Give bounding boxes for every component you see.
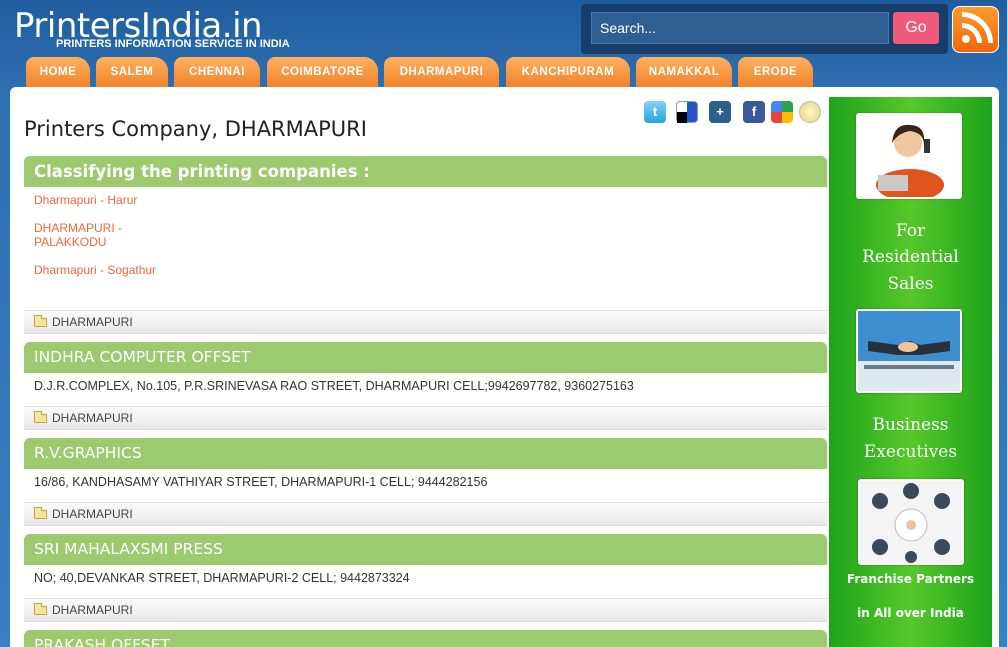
google-bookmark-icon[interactable] [771,101,793,123]
franchise-line2: in All over India [857,606,964,620]
folder-icon [34,411,47,423]
company-address: 16/86, KANDHASAMY VATHIYAR STREET, DHARM… [34,475,488,489]
page-title: Printers Company, DHARMAPURI [24,117,367,141]
site-tagline: PRINTERS INFORMATION SERVICE IN INDIA [56,38,290,50]
classify-heading: Classifying the printing companies : [24,156,827,187]
nav-tab-dharmapuri[interactable]: DHARMAPURI [384,57,499,87]
company-category-bar[interactable]: DHARMAPURI [24,406,827,430]
category-link-harur[interactable]: Dharmapuri - Harur [34,193,137,207]
company-address: D.J.R.COMPLEX, No.105, P.R.SRINEVASA RAO… [34,379,634,393]
company-category-label: DHARMAPURI [52,507,133,521]
folder-icon [34,507,47,519]
rss-icon[interactable] [952,6,999,53]
franchise-line1: Franchise Partners [846,572,975,586]
company-name[interactable]: PRAKASH OFFSET [24,630,827,647]
category-footer[interactable]: DHARMAPURI [24,310,827,334]
nav-tab-salem[interactable]: SALEM [96,57,168,87]
nav-tab-namakkal[interactable]: NAMAKKAL [636,57,732,87]
company-name[interactable]: INDHRA COMPUTER OFFSET [24,342,827,373]
nav-tab-erode[interactable]: ERODE [738,57,813,87]
business-line1: Business [872,415,949,435]
franchise-partners-image[interactable] [858,479,964,565]
nav-tab-coimbatore[interactable]: COIMBATORE [267,57,378,87]
digg-share-icon[interactable]: + [709,101,731,123]
business-line2: Executives [863,442,958,462]
search-input[interactable] [591,12,889,44]
residential-line1: For [895,221,926,241]
search-box: Go [581,4,948,54]
nav-tab-chennai[interactable]: CHENNAI [174,57,260,87]
company-category-bar[interactable]: DHARMAPURI [24,598,827,622]
residential-line2: Residential [862,247,959,267]
residential-line3: Sales [887,274,934,294]
company-address: NO; 40,DEVANKAR STREET, DHARMAPURI-2 CEL… [34,571,410,585]
facebook-share-icon[interactable]: f [743,101,765,123]
company-category-label: DHARMAPURI [52,603,133,617]
stumbleupon-share-icon[interactable] [799,101,821,123]
nav-tab-home[interactable]: HOME [26,57,90,87]
nav-tab-kanchipuram[interactable]: KANCHIPURAM [506,57,630,87]
category-footer-label: DHARMAPURI [52,315,133,329]
company-category-bar[interactable]: DHARMAPURI [24,502,827,526]
company-category-label: DHARMAPURI [52,411,133,425]
residential-sales-image[interactable] [856,113,962,201]
go-button[interactable]: Go [893,12,939,44]
promo-sidebar: For Residential Sales Business Executive… [829,97,992,647]
twitter-share-icon[interactable]: t [644,101,666,123]
category-link-palakkodu[interactable]: DHARMAPURI - PALAKKODU [34,221,144,249]
category-link-sogathur[interactable]: Dharmapuri - Sogathur [34,263,156,277]
folder-icon [34,603,47,615]
company-name[interactable]: SRI MAHALAXSMI PRESS [24,534,827,565]
company-name[interactable]: R.V.GRAPHICS [24,438,827,469]
folder-icon [34,315,47,327]
business-executives-image[interactable] [856,309,962,393]
delicious-share-icon[interactable] [676,101,698,123]
